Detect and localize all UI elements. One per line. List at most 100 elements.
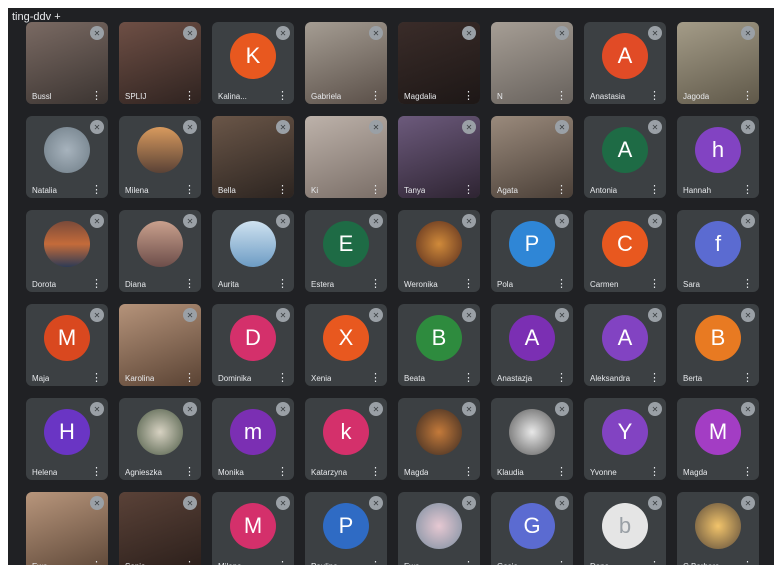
- participant-tile[interactable]: X ✕ Xenia ⋮: [305, 304, 387, 386]
- more-options-icon[interactable]: ⋮: [91, 561, 102, 566]
- more-options-icon[interactable]: ⋮: [91, 279, 102, 290]
- more-options-icon[interactable]: ⋮: [649, 373, 660, 384]
- participant-tile[interactable]: ✕ Jagoda ⋮: [677, 22, 759, 104]
- more-options-icon[interactable]: ⋮: [370, 561, 381, 566]
- more-options-icon[interactable]: ⋮: [370, 185, 381, 196]
- more-options-icon[interactable]: ⋮: [649, 91, 660, 102]
- more-options-icon[interactable]: ⋮: [277, 561, 288, 566]
- participant-tile[interactable]: B ✕ Beata ⋮: [398, 304, 480, 386]
- more-options-icon[interactable]: ⋮: [649, 467, 660, 478]
- more-options-icon[interactable]: ⋮: [556, 91, 567, 102]
- participant-tile[interactable]: b✕ Dana ⋮: [584, 492, 666, 565]
- more-options-icon[interactable]: ⋮: [277, 91, 288, 102]
- participant-tile[interactable]: k ✕ Katarzyna ⋮: [305, 398, 387, 480]
- more-options-icon[interactable]: ⋮: [370, 279, 381, 290]
- participant-tile[interactable]: ✕ Ki ⋮: [305, 116, 387, 198]
- more-options-icon[interactable]: ⋮: [91, 467, 102, 478]
- participant-tile[interactable]: M ✕ Maja ⋮: [26, 304, 108, 386]
- participant-tile[interactable]: K ✕ Kalina... ⋮: [212, 22, 294, 104]
- more-options-icon[interactable]: ⋮: [277, 185, 288, 196]
- more-options-icon[interactable]: ⋮: [184, 279, 195, 290]
- participant-tile[interactable]: A ✕ Anastasia ⋮: [584, 22, 666, 104]
- more-options-icon[interactable]: ⋮: [463, 467, 474, 478]
- more-options-icon[interactable]: ⋮: [742, 373, 753, 384]
- more-options-icon[interactable]: ⋮: [556, 185, 567, 196]
- more-options-icon[interactable]: ⋮: [370, 373, 381, 384]
- participant-tile[interactable]: ✕ Bella ⋮: [212, 116, 294, 198]
- more-options-icon[interactable]: ⋮: [184, 373, 195, 384]
- participant-tile[interactable]: ✕ Milena ⋮: [119, 116, 201, 198]
- more-options-icon[interactable]: ⋮: [649, 561, 660, 566]
- participant-tile[interactable]: ✕ Karolina ⋮: [119, 304, 201, 386]
- more-options-icon[interactable]: ⋮: [184, 467, 195, 478]
- participant-tile[interactable]: ✕ Ewa ⋮: [398, 492, 480, 565]
- more-options-icon[interactable]: ⋮: [184, 185, 195, 196]
- more-options-icon[interactable]: ⋮: [556, 373, 567, 384]
- more-options-icon[interactable]: ⋮: [370, 467, 381, 478]
- participant-tile[interactable]: M ✕ Magda ⋮: [677, 398, 759, 480]
- more-options-icon[interactable]: ⋮: [463, 185, 474, 196]
- more-options-icon[interactable]: ⋮: [184, 91, 195, 102]
- participant-tile[interactable]: ✕ Gabriela ⋮: [305, 22, 387, 104]
- name-bar: Agata ⋮: [491, 181, 573, 198]
- mic-off-icon: ✕: [741, 26, 755, 40]
- more-options-icon[interactable]: ⋮: [556, 279, 567, 290]
- mic-off-icon: ✕: [555, 214, 569, 228]
- participant-tile[interactable]: Y ✕ Yvonne ⋮: [584, 398, 666, 480]
- more-options-icon[interactable]: ⋮: [649, 279, 660, 290]
- more-options-icon[interactable]: ⋮: [184, 561, 195, 566]
- participant-tile[interactable]: ✕ N ⋮: [491, 22, 573, 104]
- participant-tile[interactable]: ✕ Klaudia ⋮: [491, 398, 573, 480]
- more-options-icon[interactable]: ⋮: [91, 91, 102, 102]
- participant-tile[interactable]: ✕ Natalia ⋮: [26, 116, 108, 198]
- participant-tile[interactable]: ✕ Tanya ⋮: [398, 116, 480, 198]
- participant-tile[interactable]: ✕ C Barbara ⋮: [677, 492, 759, 565]
- participant-tile[interactable]: A ✕ Anastazja ⋮: [491, 304, 573, 386]
- participant-tile[interactable]: ✕ Sonia ⋮: [119, 492, 201, 565]
- more-options-icon[interactable]: ⋮: [370, 91, 381, 102]
- participant-tile[interactable]: f ✕ Sara ⋮: [677, 210, 759, 292]
- participant-tile[interactable]: B ✕ Berta ⋮: [677, 304, 759, 386]
- name-bar: Katarzyna ⋮: [305, 463, 387, 480]
- more-options-icon[interactable]: ⋮: [742, 279, 753, 290]
- more-options-icon[interactable]: ⋮: [463, 91, 474, 102]
- participant-tile[interactable]: ✕ Agnieszka ⋮: [119, 398, 201, 480]
- participant-tile[interactable]: ✕ Magdalia ⋮: [398, 22, 480, 104]
- participant-tile[interactable]: ✕ Aurita ⋮: [212, 210, 294, 292]
- more-options-icon[interactable]: ⋮: [742, 467, 753, 478]
- participant-tile[interactable]: H ✕ Helena ⋮: [26, 398, 108, 480]
- participant-tile[interactable]: G✕ Gosia ⋮: [491, 492, 573, 565]
- participant-tile[interactable]: ✕ Diana ⋮: [119, 210, 201, 292]
- participant-tile[interactable]: P ✕ Pola ⋮: [491, 210, 573, 292]
- more-options-icon[interactable]: ⋮: [91, 373, 102, 384]
- more-options-icon[interactable]: ⋮: [277, 373, 288, 384]
- participant-tile[interactable]: A ✕ Aleksandra ⋮: [584, 304, 666, 386]
- participant-tile[interactable]: ✕ Agata ⋮: [491, 116, 573, 198]
- more-options-icon[interactable]: ⋮: [91, 185, 102, 196]
- participant-tile[interactable]: ✕ SPLIJ ⋮: [119, 22, 201, 104]
- more-options-icon[interactable]: ⋮: [742, 185, 753, 196]
- participant-tile[interactable]: ✕ Ewa ⋮: [26, 492, 108, 565]
- participant-tile[interactable]: m ✕ Monika ⋮: [212, 398, 294, 480]
- participant-tile[interactable]: ✕ Dorota ⋮: [26, 210, 108, 292]
- more-options-icon[interactable]: ⋮: [463, 561, 474, 566]
- participant-tile[interactable]: D ✕ Dominika ⋮: [212, 304, 294, 386]
- participant-tile[interactable]: ✕ Magda ⋮: [398, 398, 480, 480]
- more-options-icon[interactable]: ⋮: [463, 279, 474, 290]
- more-options-icon[interactable]: ⋮: [742, 561, 753, 566]
- more-options-icon[interactable]: ⋮: [649, 185, 660, 196]
- more-options-icon[interactable]: ⋮: [742, 91, 753, 102]
- participant-tile[interactable]: C ✕ Carmen ⋮: [584, 210, 666, 292]
- more-options-icon[interactable]: ⋮: [556, 467, 567, 478]
- participant-tile[interactable]: A ✕ Antonia ⋮: [584, 116, 666, 198]
- participant-tile[interactable]: h ✕ Hannah ⋮: [677, 116, 759, 198]
- participant-tile[interactable]: E ✕ Estera ⋮: [305, 210, 387, 292]
- more-options-icon[interactable]: ⋮: [556, 561, 567, 566]
- participant-tile[interactable]: P✕ Paulina ⋮: [305, 492, 387, 565]
- participant-tile[interactable]: ✕ Weronika ⋮: [398, 210, 480, 292]
- more-options-icon[interactable]: ⋮: [463, 373, 474, 384]
- more-options-icon[interactable]: ⋮: [277, 279, 288, 290]
- participant-tile[interactable]: M✕ Milena ⋮: [212, 492, 294, 565]
- participant-tile[interactable]: ✕ Bussl ⋮: [26, 22, 108, 104]
- more-options-icon[interactable]: ⋮: [277, 467, 288, 478]
